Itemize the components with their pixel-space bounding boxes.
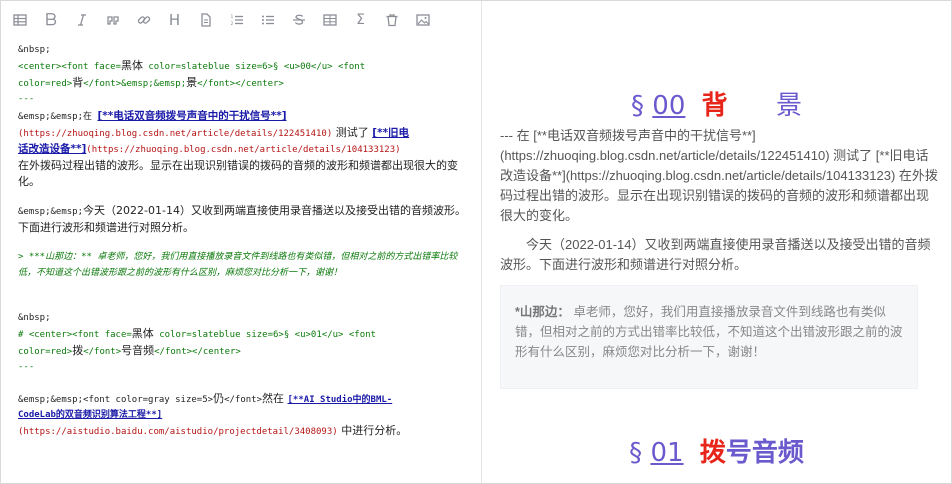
source-line: 话改造设备**](https://zhuoqing.blog.csdn.net/… (18, 142, 468, 158)
source-line: --- (18, 360, 468, 375)
svg-text:2: 2 (230, 21, 233, 27)
source-text: 然在 (262, 392, 288, 405)
trash-icon[interactable] (381, 7, 402, 33)
source-line: &nbsp; (18, 43, 468, 58)
source-text: 仍 (213, 392, 225, 405)
source-tag: </font></center> (197, 79, 284, 89)
source-url: (https://zhuoqing.blog.csdn.net/article/… (86, 145, 401, 155)
section-heading-background: § 00 背 景 (482, 85, 951, 122)
section-number: 01 (650, 438, 684, 468)
heading-text: 景 (775, 91, 802, 121)
source-text: &emsp;&emsp; (18, 207, 84, 217)
source-tag: </font> (83, 347, 122, 357)
source-line: CodeLab的双音频识别算法工程**] (18, 408, 468, 423)
source-text: 背 (72, 76, 84, 89)
markdown-source[interactable]: &nbsp; <center><font face=黑体 color=slate… (18, 41, 468, 440)
heading-red-char: 背 (701, 91, 728, 121)
source-tag: </font></center> (154, 347, 241, 357)
source-blockquote: > ***山那边：** 卓老师，您好，我们用直接播放录音文件到线路也有类似错，但… (18, 249, 468, 281)
ordered-list-icon[interactable]: 12 (226, 7, 247, 33)
source-tag: color=slateblue size=6>§ <u>01</u> <font (153, 330, 376, 340)
source-link-text: 话改造设备**] (18, 143, 87, 155)
preview-paragraph: 今天（2022-01-14）又收到两端直接使用录音播送以及接受出错的音频波形。下… (500, 237, 931, 272)
source-link-text: [**旧电 (372, 127, 410, 139)
source-text: 号音频 (121, 344, 155, 357)
source-line: &emsp;&emsp;在 [**电话双音频拨号声音中的干扰信号**] (18, 109, 468, 125)
source-tag: </font> (224, 395, 263, 405)
source-editor-pane[interactable]: H 12 Σ &nbsp; <center><font face=黑体 colo… (1, 1, 482, 483)
link-icon[interactable] (133, 7, 154, 33)
source-text: 测试了 (332, 126, 373, 139)
source-tag: color=slateblue size=6>§ <u>00</u> <font (142, 62, 366, 72)
blockquote-text: *山那边： 卓老师，您好，我们用直接播放录音文件到线路也有类似错，但相对之前的方… (515, 302, 907, 362)
source-line: <center><font face=黑体 color=slateblue si… (18, 58, 468, 75)
quote-icon[interactable] (102, 7, 123, 33)
source-line: --- (18, 92, 468, 107)
source-line: # <center><font face=黑体 color=slateblue … (18, 326, 468, 343)
source-tag: color=red> (18, 79, 73, 89)
heading-text: 号音频 (725, 438, 804, 468)
source-line: color=red>背</font>&emsp;&emsp;景</font></… (18, 75, 468, 92)
editor-toolbar: H 12 Σ (9, 7, 443, 33)
italic-icon[interactable] (71, 7, 92, 33)
markdown-editor-window: H 12 Σ &nbsp; <center><font face=黑体 colo… (0, 0, 952, 484)
source-line: 在外拨码过程出错的波形。显示在出现识别错误的拨码的音频的波形和频谱都出现很大的变… (18, 158, 468, 190)
source-line: (https://zhuoqing.blog.csdn.net/article/… (18, 125, 468, 142)
quote-author: *山那边： (515, 305, 570, 319)
preview-paragraph: --- 在 [**电话双音频拨号声音中的干扰信号**](https://zhuo… (500, 128, 938, 223)
source-text: 中进行分析。 (337, 424, 408, 437)
table-icon[interactable] (319, 7, 340, 33)
source-url: (https://aistudio.baidu.com/aistudio/pro… (18, 427, 338, 437)
source-line: color=red>拨</font>号音频</font></center> (18, 343, 468, 360)
source-tag: <center><font face= (18, 62, 121, 72)
source-link-text: [**电话双音频拨号声音中的干扰信号**] (97, 110, 287, 122)
source-line: &emsp;&emsp;今天（2022-01-14）又收到两端直接使用录音播送以… (18, 203, 468, 236)
table-of-contents-icon[interactable] (9, 7, 30, 33)
svg-text:1: 1 (230, 14, 233, 20)
section-sign: § (631, 91, 645, 121)
section-heading-dial-audio: § 01 拨号音频 (482, 432, 951, 469)
source-url: (https://zhuoqing.blog.csdn.net/article/… (18, 129, 333, 139)
source-hr: --- (18, 362, 35, 372)
preview-blockquote: *山那边： 卓老师，您好，我们用直接播放录音文件到线路也有类似错，但相对之前的方… (500, 285, 918, 389)
source-link-text: [**AI Studio中的BML- (287, 395, 393, 405)
source-line: (https://aistudio.baidu.com/aistudio/pro… (18, 423, 468, 440)
quote-body: 卓老师，您好，我们用直接播放录音文件到线路也有类似错，但相对之前的方式出错率比较… (515, 305, 903, 359)
source-link-text: CodeLab的双音频识别算法工程**] (18, 410, 163, 420)
unordered-list-icon[interactable] (257, 7, 278, 33)
heading-icon[interactable]: H (164, 7, 185, 33)
source-value: 黑体 (131, 327, 154, 340)
source-value: 黑体 (120, 59, 143, 72)
file-icon[interactable] (195, 7, 216, 33)
image-icon[interactable] (412, 7, 433, 33)
section-number: 00 (652, 91, 686, 121)
section-sign: § (629, 438, 643, 468)
source-line: &nbsp; (18, 311, 468, 326)
source-text: &nbsp; (18, 45, 51, 55)
source-text: 景 (186, 76, 198, 89)
source-tag: </font>&emsp;&emsp; (83, 79, 187, 89)
preview-pane[interactable]: § 00 背 景 --- 在 [**电话双音频拨号声音中的干扰信号**](htt… (482, 1, 951, 483)
source-text: 在外拨码过程出错的波形。显示在出现识别错误的拨码的音频的波形和频谱都出现很大的变… (18, 159, 458, 188)
source-tag: # <center><font face= (18, 330, 132, 340)
heading-red-char: 拨 (699, 438, 726, 468)
source-text: &emsp;&emsp;<font color=gray size=5> (18, 395, 214, 405)
formula-icon[interactable]: Σ (350, 7, 371, 33)
source-tag: color=red> (18, 347, 73, 357)
source-line: &emsp;&emsp;<font color=gray size=5>仍</f… (18, 391, 468, 408)
bold-icon[interactable] (40, 7, 61, 33)
source-text: &emsp;&emsp;在 (18, 112, 98, 122)
source-hr: --- (18, 94, 35, 104)
source-text: 今天（2022-01-14）又收到两端直接使用录音播送以及接受出错的音频波形。下… (18, 204, 466, 234)
source-text: 拨 (72, 344, 84, 357)
source-text: > ***山那边：** 卓老师，您好，我们用直接播放录音文件到线路也有类似错，但… (18, 252, 458, 278)
source-text: &nbsp; (18, 313, 51, 323)
strikethrough-icon[interactable] (288, 7, 309, 33)
